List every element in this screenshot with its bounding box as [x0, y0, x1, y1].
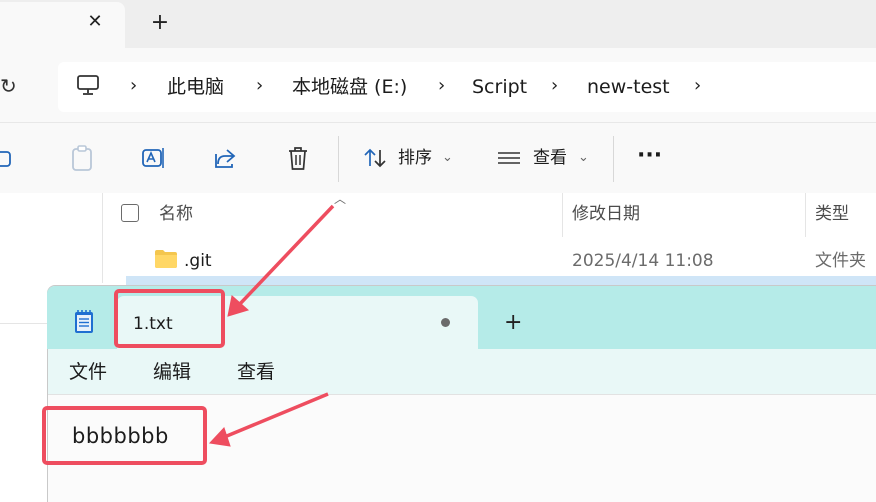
refresh-icon[interactable]: ↻: [0, 74, 22, 98]
copy-icon[interactable]: [0, 144, 26, 172]
notepad-new-tab-button[interactable]: +: [504, 311, 522, 335]
share-icon[interactable]: [213, 144, 239, 172]
column-header-name[interactable]: 名称: [159, 203, 193, 225]
file-modified: 2025/4/14 11:08: [572, 251, 714, 271]
toolbar-divider: [338, 136, 339, 182]
menu-edit[interactable]: 编辑: [153, 360, 191, 384]
explorer-tab[interactable]: [0, 2, 125, 48]
command-bar: [0, 122, 876, 194]
menu-view[interactable]: 查看: [237, 360, 275, 384]
chevron-down-icon[interactable]: ⌄: [442, 146, 453, 170]
breadcrumb-separator[interactable]: ›: [438, 74, 445, 98]
highlight-editor-text: [42, 406, 207, 465]
new-tab-button[interactable]: +: [148, 12, 172, 36]
breadcrumb-item-drive-e[interactable]: 本地磁盘 (E:): [292, 74, 407, 100]
delete-icon[interactable]: [285, 144, 311, 172]
close-icon[interactable]: ✕: [86, 13, 104, 31]
column-divider[interactable]: [805, 193, 806, 237]
file-type: 文件夹: [815, 251, 866, 271]
file-name[interactable]: .git: [184, 250, 212, 272]
sort-button[interactable]: 排序: [398, 146, 432, 170]
explorer-tab-strip: [0, 0, 876, 48]
chevron-down-icon[interactable]: ⌄: [578, 146, 589, 170]
rename-icon[interactable]: [141, 144, 167, 172]
highlight-tab-title: [114, 289, 225, 348]
sort-indicator-icon: ︿: [334, 192, 347, 206]
column-header-type[interactable]: 类型: [815, 203, 849, 225]
unsaved-indicator-icon[interactable]: [441, 318, 450, 327]
this-pc-icon[interactable]: [76, 74, 100, 96]
toolbar-divider: [613, 136, 614, 182]
sort-icon[interactable]: [362, 144, 388, 172]
breadcrumb-separator[interactable]: ›: [256, 74, 263, 98]
notepad-app-icon: [75, 310, 93, 333]
breadcrumb-item-new-test[interactable]: new-test: [587, 74, 670, 100]
column-divider[interactable]: [562, 193, 563, 237]
breadcrumb-separator[interactable]: ›: [130, 74, 137, 98]
more-options-button[interactable]: ···: [637, 144, 662, 168]
nav-pane-divider[interactable]: [102, 193, 103, 283]
column-header-modified[interactable]: 修改日期: [572, 203, 640, 225]
select-all-checkbox[interactable]: [121, 204, 139, 222]
view-icon[interactable]: [496, 144, 522, 172]
view-button[interactable]: 查看: [533, 146, 567, 170]
paste-icon[interactable]: [69, 144, 95, 172]
menu-file[interactable]: 文件: [69, 360, 107, 384]
breadcrumb-item-this-pc[interactable]: 此电脑: [167, 74, 224, 100]
breadcrumb-separator[interactable]: ›: [551, 74, 558, 98]
folder-icon: [155, 250, 177, 268]
breadcrumb-item-script[interactable]: Script: [472, 74, 527, 100]
breadcrumb-separator[interactable]: ›: [694, 74, 701, 98]
